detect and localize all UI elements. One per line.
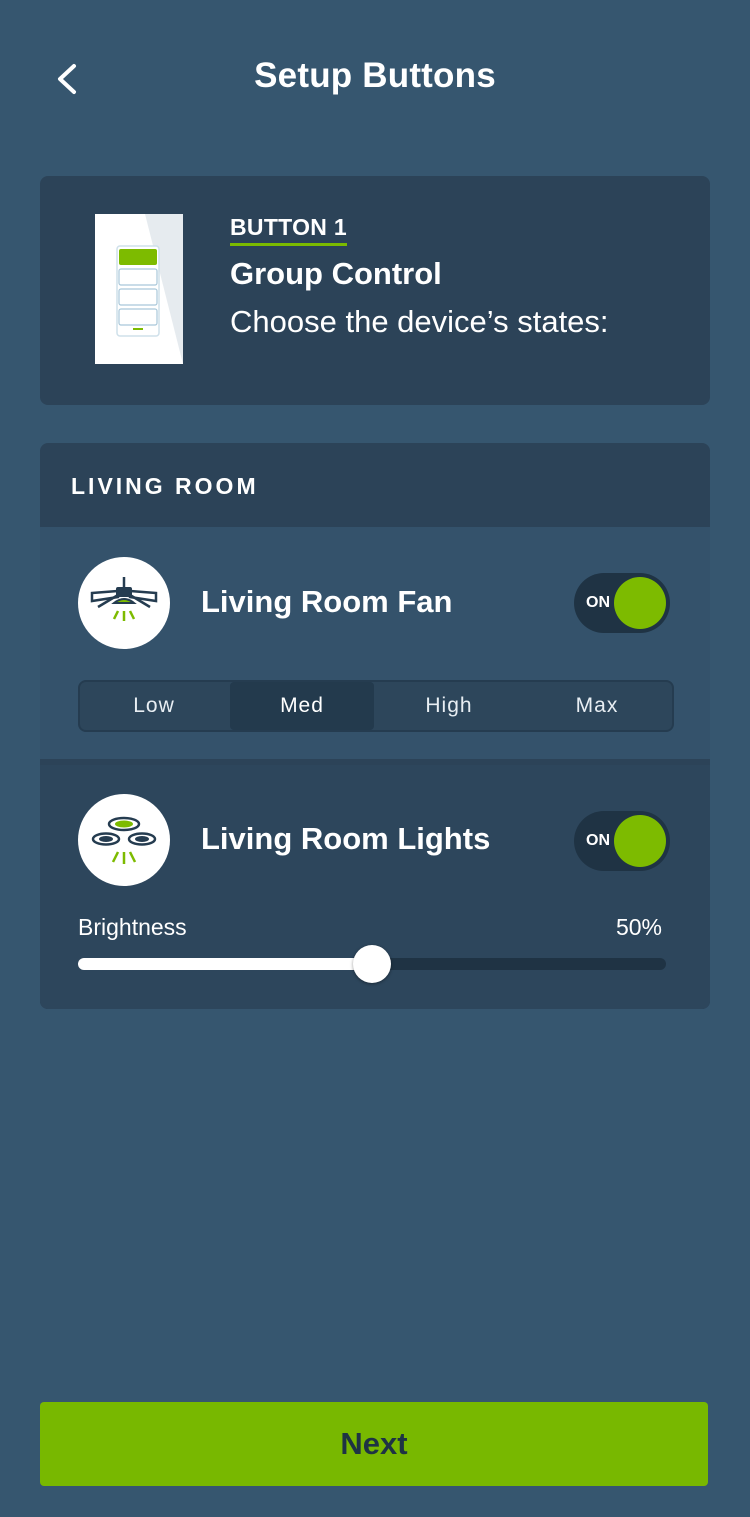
ceiling-fan-icon [78, 557, 170, 649]
room-panel: LIVING ROOM Living Room Fan ON Low Med H… [40, 443, 710, 1009]
fan-power-toggle[interactable]: ON [574, 573, 670, 633]
device-row-lights: Living Room Lights ON Brightness 50% [40, 765, 710, 1009]
speed-option-high[interactable]: High [376, 682, 522, 730]
brightness-label: Brightness [78, 914, 187, 940]
brightness-slider-thumb[interactable] [353, 945, 391, 983]
lights-power-toggle[interactable]: ON [574, 811, 670, 871]
toggle-state-label: ON [586, 832, 610, 849]
room-header: LIVING ROOM [71, 473, 259, 499]
ceiling-lights-icon [78, 794, 170, 886]
keypad-switch-illustration [95, 214, 183, 364]
button-info-card: BUTTON 1 Group Control Choose the device… [40, 176, 710, 405]
device-name-fan: Living Room Fan [201, 584, 453, 619]
toggle-knob [614, 577, 666, 629]
page-title: Setup Buttons [254, 56, 496, 95]
group-control-title: Group Control [230, 256, 442, 291]
speed-option-low[interactable]: Low [80, 682, 228, 730]
brightness-slider[interactable] [78, 945, 666, 983]
button-number-label: BUTTON 1 [230, 214, 347, 246]
toggle-knob [614, 815, 666, 867]
speed-option-max[interactable]: Max [524, 682, 670, 730]
card-instructions: Choose the device’s states: [230, 304, 609, 339]
device-name-lights: Living Room Lights [201, 821, 491, 856]
device-row-fan: Living Room Fan ON Low Med High Max [40, 527, 710, 759]
next-button[interactable]: Next [40, 1402, 708, 1486]
toggle-state-label: ON [586, 594, 610, 611]
brightness-value: 50% [615, 914, 662, 940]
fan-speed-selector: Low Med High Max [78, 680, 674, 732]
speed-option-med[interactable]: Med [230, 682, 374, 730]
brightness-slider-fill [78, 958, 372, 970]
